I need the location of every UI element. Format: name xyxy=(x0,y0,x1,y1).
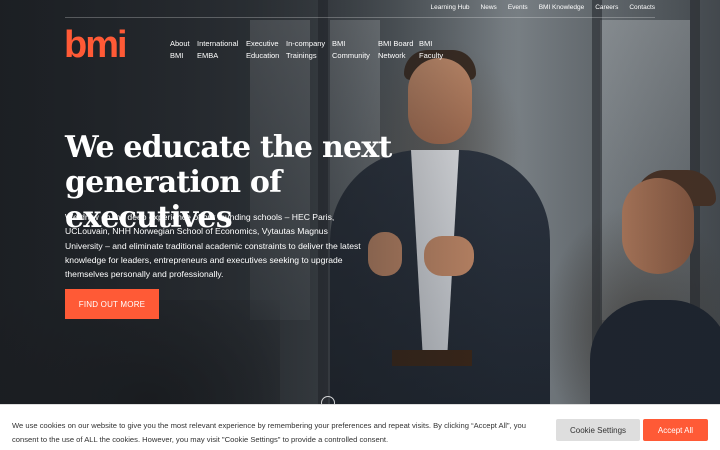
nav-item-bmi-community[interactable]: BMI Community xyxy=(332,38,378,62)
cookie-settings-button[interactable]: Cookie Settings xyxy=(556,419,640,441)
hero-description: We draw on the deep experience of our fo… xyxy=(65,212,361,280)
top-link-events[interactable]: Events xyxy=(508,4,528,11)
nav-item-bmi-faculty[interactable]: BMI Faculty xyxy=(419,38,449,62)
header-divider xyxy=(65,17,655,18)
top-link-learning-hub[interactable]: Learning Hub xyxy=(431,4,470,11)
top-link-news[interactable]: News xyxy=(481,4,497,11)
top-link-bmi-knowledge[interactable]: BMI Knowledge xyxy=(539,4,585,11)
cookie-text: We use cookies on our website to give yo… xyxy=(12,421,526,444)
nav-item-executive-education[interactable]: Executive Education xyxy=(246,38,286,62)
nav-item-international-emba[interactable]: International EMBA xyxy=(197,38,246,62)
utility-nav: Learning Hub News Events BMI Knowledge C… xyxy=(431,4,655,11)
nav-item-bmi-board-network[interactable]: BMI Board Network xyxy=(378,38,419,62)
top-link-contacts[interactable]: Contacts xyxy=(629,4,655,11)
top-link-careers[interactable]: Careers xyxy=(595,4,618,11)
main-nav: About BMI International EMBA Executive E… xyxy=(170,38,449,62)
find-out-more-button[interactable]: FIND OUT MORE xyxy=(65,289,159,319)
accept-all-button[interactable]: Accept All xyxy=(643,419,708,441)
nav-item-in-company-trainings[interactable]: In-company Trainings xyxy=(286,38,332,62)
bmi-logo[interactable]: bmi xyxy=(64,26,128,64)
nav-item-about-bmi[interactable]: About BMI xyxy=(170,38,197,62)
